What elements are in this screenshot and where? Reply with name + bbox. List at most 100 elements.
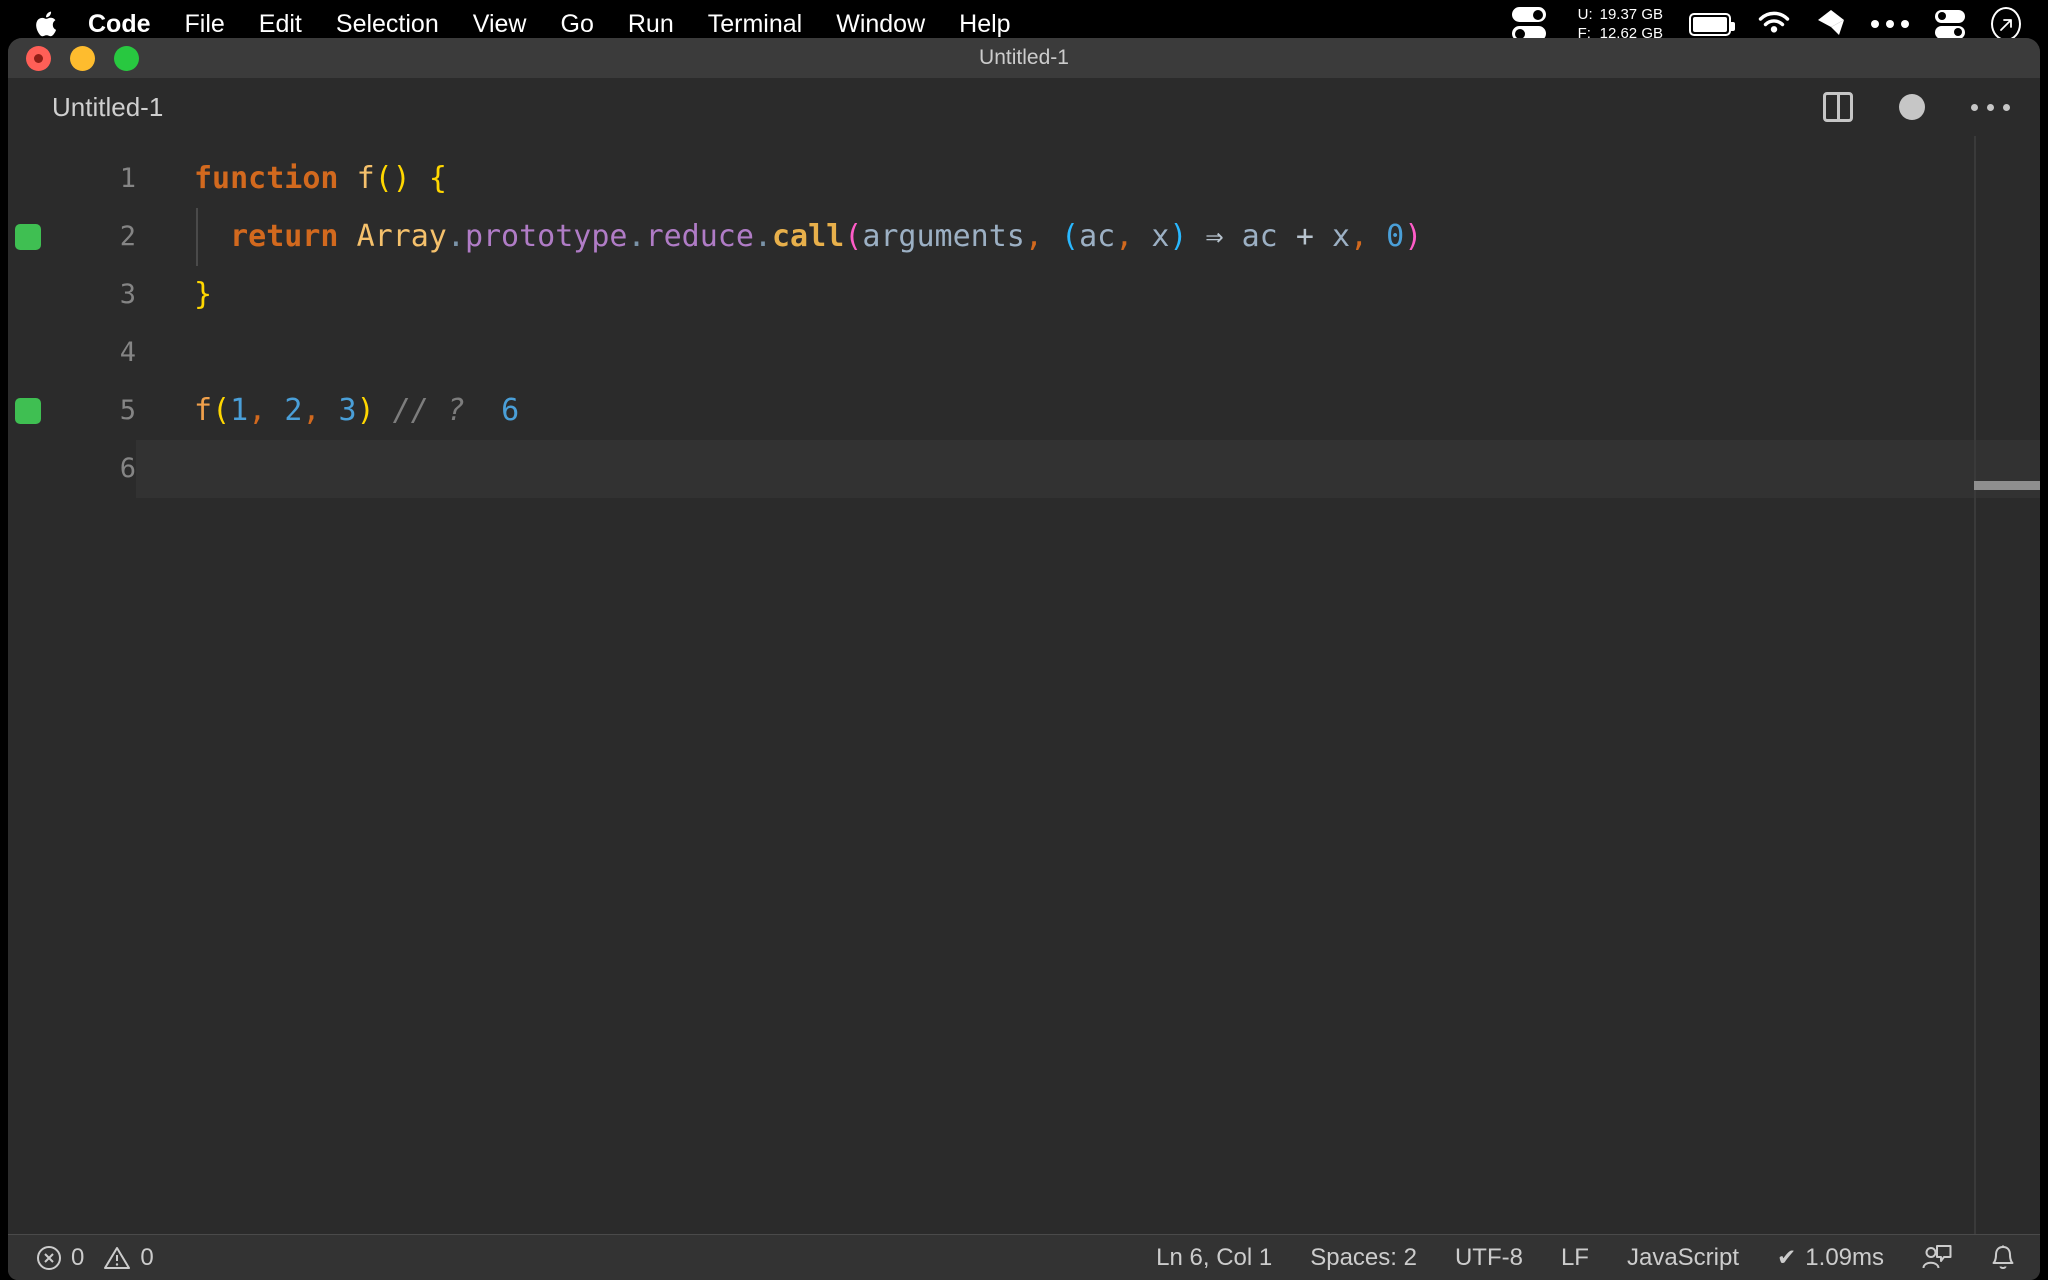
- code-line-4[interactable]: 4: [8, 324, 2040, 382]
- token: ,: [302, 393, 321, 428]
- token: // ?: [392, 393, 465, 428]
- memory-used-label: U:: [1577, 6, 1593, 23]
- traffic-lights: [26, 45, 139, 71]
- token: arguments: [862, 219, 1025, 254]
- status-bar: 0 0 Ln 6, Col 1 Spaces: 2 UTF-8 LF JavaS…: [8, 1234, 2040, 1280]
- run-marker-icon[interactable]: [15, 224, 41, 250]
- line-number: 3: [119, 279, 136, 310]
- feedback-icon[interactable]: [1922, 1244, 1952, 1272]
- token: +: [1295, 219, 1314, 254]
- check-icon: ✔: [1777, 1244, 1797, 1270]
- line-number: 1: [119, 163, 136, 194]
- code-content[interactable]: }: [136, 266, 2040, 324]
- editor-scrollbar[interactable]: [1974, 136, 2040, 1234]
- code-lines[interactable]: 1 function f() {2 return Array.prototype.…: [8, 150, 2040, 498]
- code-content[interactable]: [136, 440, 2040, 498]
- control-center-icon[interactable]: [1935, 9, 1965, 39]
- token: return: [230, 219, 339, 254]
- code-editor[interactable]: 1 function f() {2 return Array.prototype.…: [8, 136, 2040, 1234]
- token: prototype: [464, 219, 628, 254]
- split-editor-icon[interactable]: [1823, 92, 1853, 122]
- token: ac: [1241, 219, 1278, 254]
- eol-setting[interactable]: LF: [1561, 1244, 1589, 1272]
- token: call: [772, 219, 845, 254]
- code-line-2[interactable]: 2 return Array.prototype.reduce.call(arg…: [8, 208, 2040, 266]
- dropbox-icon[interactable]: [1817, 9, 1845, 39]
- token: }: [194, 277, 213, 312]
- line-number: 5: [119, 395, 136, 426]
- maximize-button[interactable]: [114, 45, 139, 71]
- minimize-button[interactable]: [70, 45, 95, 71]
- token: ac: [1079, 219, 1116, 254]
- token: f: [356, 161, 375, 196]
- editor-actions: [1823, 92, 2010, 122]
- token: 2: [284, 393, 303, 428]
- token: .: [753, 219, 772, 254]
- token: function: [194, 161, 339, 196]
- battery-full-icon[interactable]: [1689, 12, 1735, 36]
- code-line-3[interactable]: 3}: [8, 266, 2040, 324]
- token: .: [446, 219, 465, 254]
- glyph-margin-2[interactable]: [8, 224, 48, 250]
- close-button[interactable]: [26, 45, 51, 71]
- token: x: [1331, 219, 1350, 254]
- token: {: [428, 161, 447, 196]
- more-actions-icon[interactable]: [1971, 103, 2010, 111]
- token: (): [374, 161, 411, 196]
- token: (: [1061, 219, 1080, 254]
- token: Array: [356, 219, 447, 254]
- token: reduce: [645, 219, 754, 254]
- code-line-6[interactable]: 6: [8, 440, 2040, 498]
- status-bar-left: 0 0: [36, 1244, 154, 1272]
- unsaved-dot-icon[interactable]: [1899, 94, 1925, 120]
- scrollbar-marker[interactable]: [1974, 481, 2040, 490]
- warning-triangle-icon: [103, 1245, 131, 1271]
- window-title: Untitled-1: [979, 46, 1069, 69]
- wifi-icon[interactable]: [1757, 11, 1791, 37]
- token: ⇒: [1205, 219, 1224, 254]
- token: 1: [230, 393, 249, 428]
- indentation-setting[interactable]: Spaces: 2: [1310, 1244, 1417, 1272]
- status-bar-right: Ln 6, Col 1 Spaces: 2 UTF-8 LF JavaScrip…: [1156, 1244, 2016, 1272]
- ellipsis-icon[interactable]: [1871, 20, 1909, 28]
- bell-icon[interactable]: [1990, 1244, 2016, 1272]
- code-content[interactable]: function f() {: [136, 150, 2040, 208]
- indent-guide: [196, 208, 198, 266]
- glyph-margin-5[interactable]: [8, 398, 48, 424]
- code-content[interactable]: f(1, 2, 3) // ? 6: [136, 382, 2040, 440]
- token: 0: [1386, 219, 1405, 254]
- siri-icon[interactable]: [1991, 7, 2021, 41]
- encoding-setting[interactable]: UTF-8: [1455, 1244, 1523, 1272]
- token: ): [356, 393, 375, 428]
- quokka-status[interactable]: ✔ 1.09ms: [1777, 1244, 1884, 1272]
- language-mode[interactable]: JavaScript: [1627, 1244, 1739, 1272]
- line-number: 6: [119, 453, 136, 484]
- run-marker-icon[interactable]: [15, 398, 41, 424]
- token: ,: [1024, 219, 1043, 254]
- tab-untitled-1[interactable]: Untitled-1: [52, 92, 163, 123]
- code-line-1[interactable]: 1 function f() {: [8, 150, 2040, 208]
- cursor-position[interactable]: Ln 6, Col 1: [1156, 1244, 1272, 1272]
- token: ,: [1115, 219, 1134, 254]
- code-content[interactable]: return Array.prototype.reduce.call(argum…: [136, 208, 2040, 266]
- code-line-5[interactable]: 5 f(1, 2, 3) // ? 6: [8, 382, 2040, 440]
- window-title-bar: Untitled-1: [8, 38, 2040, 78]
- warning-count: 0: [140, 1243, 154, 1271]
- token: ,: [1350, 219, 1369, 254]
- token: (: [212, 393, 231, 428]
- memory-toggles-icon[interactable]: [1511, 7, 1546, 41]
- error-circle-icon: [36, 1245, 62, 1271]
- problems-indicator[interactable]: 0 0: [36, 1244, 154, 1272]
